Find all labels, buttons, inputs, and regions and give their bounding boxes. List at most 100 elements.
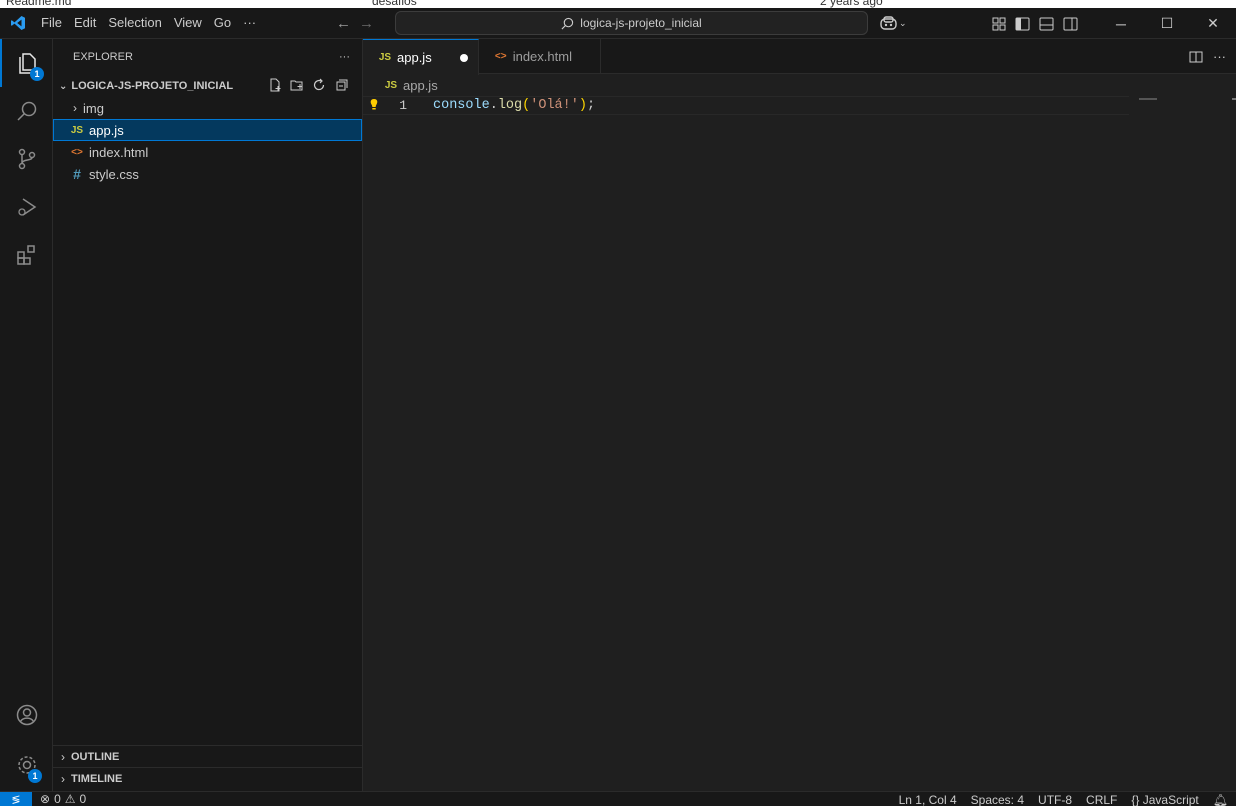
vscode-logo-icon — [0, 8, 35, 39]
javascript-file-icon: JS — [70, 124, 84, 136]
code-string: 'Olá!' — [530, 98, 579, 113]
editor-actions: ··· — [1189, 39, 1226, 74]
code-function: log — [497, 98, 523, 113]
folder-actions — [268, 78, 348, 92]
activity-source-control[interactable] — [0, 135, 53, 183]
timeline-section[interactable]: › TIMELINE — [53, 767, 363, 789]
extensions-icon — [16, 245, 35, 265]
refresh-icon[interactable] — [312, 78, 326, 92]
tree-item-label: index.html — [89, 144, 149, 160]
explorer-sidebar: EXPLORER ··· ⌄ LOGICA-JS-PROJETO_INICIAL… — [53, 39, 363, 791]
activity-accounts[interactable] — [0, 691, 53, 739]
tab-index-html[interactable]: <> index.html — [479, 39, 601, 74]
end-of-line[interactable]: CRLF — [1086, 793, 1117, 806]
search-icon — [16, 101, 36, 121]
language-mode[interactable]: {} JavaScript — [1131, 793, 1198, 806]
new-folder-icon[interactable] — [290, 78, 304, 92]
chevron-right-icon: › — [61, 749, 65, 764]
account-icon — [16, 704, 37, 726]
problems-indicator[interactable]: ⊗ 0 ⚠ 0 — [32, 792, 86, 806]
cursor-position[interactable]: Ln 1, Col 4 — [899, 793, 957, 806]
menu-view[interactable]: View — [168, 11, 208, 35]
tree-file-index-html[interactable]: <> index.html — [53, 141, 362, 163]
window-controls: ─ ☐ ✕ — [1098, 8, 1236, 39]
activity-explorer[interactable]: 1 — [0, 39, 53, 87]
maximize-button[interactable]: ☐ — [1144, 8, 1190, 39]
search-icon — [561, 17, 574, 29]
indentation[interactable]: Spaces: 4 — [971, 793, 1024, 806]
settings-badge: 1 — [28, 769, 42, 783]
code-identifier: console — [433, 98, 490, 113]
command-center-search[interactable]: logica-js-projeto_inicial — [395, 11, 868, 35]
encoding[interactable]: UTF-8 — [1038, 793, 1072, 806]
workspace-folder-row[interactable]: ⌄ LOGICA-JS-PROJETO_INICIAL — [53, 75, 362, 97]
tree-item-label: style.css — [89, 166, 139, 182]
close-button[interactable]: ✕ — [1190, 8, 1236, 39]
menu-file[interactable]: File — [35, 11, 68, 35]
braces-icon: {} — [1131, 792, 1140, 806]
tree-item-label: app.js — [89, 122, 124, 138]
breadcrumb-file[interactable]: app.js — [403, 78, 438, 93]
code-close-paren: ) — [578, 98, 587, 113]
tab-label: index.html — [512, 49, 572, 64]
back-arrow-icon[interactable]: ← — [336, 15, 351, 32]
tree-folder-img[interactable]: › img — [53, 97, 362, 119]
menu-more[interactable]: ··· — [237, 11, 262, 35]
menu-selection[interactable]: Selection — [102, 11, 167, 35]
source-control-icon — [18, 148, 35, 170]
tree-file-app-js[interactable]: JS app.js — [53, 119, 362, 141]
menu-edit[interactable]: Edit — [68, 11, 102, 35]
chevron-right-icon: › — [61, 771, 65, 786]
tab-app-js[interactable]: JS app.js — [363, 39, 479, 75]
status-bar: ≶ ⊗ 0 ⚠ 0 Ln 1, Col 4 Spaces: 4 UTF-8 CR… — [0, 791, 1236, 806]
code-dot: . — [489, 98, 498, 113]
menu-go[interactable]: Go — [208, 11, 237, 35]
toggle-secondary-sidebar-icon[interactable] — [1063, 17, 1078, 31]
scrollbar[interactable] — [1232, 98, 1236, 100]
search-label: logica-js-projeto_inicial — [580, 16, 702, 30]
run-debug-icon — [17, 198, 36, 216]
unsaved-dot-icon[interactable] — [459, 53, 468, 62]
html-file-icon: <> — [494, 51, 507, 62]
status-right: Ln 1, Col 4 Spaces: 4 UTF-8 CRLF {} Java… — [899, 792, 1228, 806]
minimap[interactable] — [1139, 98, 1157, 100]
workspace-folder-name: LOGICA-JS-PROJETO_INICIAL — [71, 80, 234, 92]
chevron-down-icon: ⌄ — [899, 18, 907, 28]
bell-icon[interactable]: 🔔︎ — [1213, 793, 1228, 806]
editor-more-button[interactable]: ··· — [1213, 49, 1226, 64]
editor-area: JS app.js <> index.html ··· JS app.js 1 … — [363, 39, 1236, 791]
minimize-button[interactable]: ─ — [1098, 8, 1144, 39]
html-file-icon: <> — [71, 146, 83, 158]
code-semicolon: ; — [586, 98, 596, 113]
tree-file-style-css[interactable]: # style.css — [53, 163, 362, 185]
language-label: JavaScript — [1142, 792, 1199, 806]
explorer-badge: 1 — [30, 67, 44, 81]
code-line[interactable]: 1 console.log('Olá!'); — [363, 96, 1129, 115]
background-folder-label: desafios — [372, 0, 417, 8]
activity-manage[interactable]: 1 — [0, 741, 53, 789]
toggle-primary-sidebar-icon[interactable] — [1015, 17, 1030, 31]
split-editor-icon[interactable] — [1189, 50, 1203, 64]
collapse-all-icon[interactable] — [334, 78, 348, 92]
lightbulb-icon[interactable] — [369, 98, 379, 112]
forward-arrow-icon[interactable]: → — [359, 15, 374, 32]
activity-extensions[interactable] — [0, 231, 53, 279]
error-icon: ⊗ — [40, 792, 51, 806]
remote-indicator-icon[interactable]: ≶ — [0, 791, 32, 806]
toggle-panel-icon[interactable] — [1039, 17, 1054, 31]
outline-section[interactable]: › OUTLINE — [53, 745, 363, 767]
activity-search[interactable] — [0, 87, 53, 135]
copilot-button[interactable]: ⌄ — [880, 8, 907, 39]
outline-label: OUTLINE — [71, 750, 120, 763]
chevron-down-icon: ⌄ — [59, 80, 68, 92]
explorer-more-button[interactable]: ··· — [339, 51, 350, 63]
tree-item-label: img — [83, 100, 104, 116]
error-count: 0 — [54, 792, 61, 806]
css-file-icon: # — [73, 166, 81, 182]
new-file-icon[interactable] — [268, 78, 282, 92]
explorer-title: EXPLORER — [73, 51, 133, 63]
code-text: console.log('Olá!'); — [433, 98, 595, 113]
customize-layout-icon[interactable] — [992, 17, 1006, 31]
activity-run-debug[interactable] — [0, 183, 53, 231]
warning-icon: ⚠ — [64, 792, 76, 806]
